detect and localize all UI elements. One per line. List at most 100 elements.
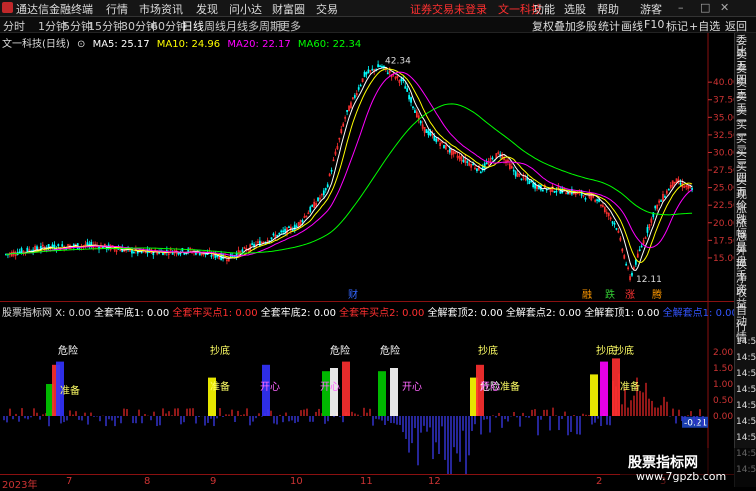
date-tick: 11	[360, 476, 373, 487]
price-tick-label: 15.00	[713, 254, 734, 264]
candle-body	[324, 188, 327, 191]
menu-news[interactable]: 资讯	[161, 1, 183, 17]
user-guest[interactable]: 游客	[640, 1, 662, 17]
menu-function[interactable]: 功能	[533, 1, 555, 17]
event-tag: 跌	[605, 288, 615, 301]
indicator-tick-label: 1.50	[713, 364, 733, 374]
candle-body	[198, 252, 201, 256]
ma60-label: MA60: 22.34	[297, 39, 362, 50]
candle-body	[36, 246, 38, 250]
candle-body	[410, 97, 412, 103]
candle-body	[412, 106, 414, 109]
trade-tick-item: 14:56	[736, 417, 756, 427]
candle-body	[386, 72, 389, 75]
maximize-icon[interactable]: □	[700, 1, 710, 14]
indicator-item: 全套牢买点1: 0.00	[172, 308, 258, 319]
candle-body	[427, 130, 430, 136]
indicator-x: X: 0.00	[55, 308, 91, 319]
candle-body	[171, 252, 174, 255]
candle-body	[462, 159, 465, 163]
date-tick: 10	[290, 476, 303, 487]
candle-body	[553, 191, 556, 193]
candle-body	[435, 138, 438, 142]
f10-button[interactable]: F10	[644, 18, 664, 31]
ma10-label: MA10: 24.96	[156, 39, 221, 50]
candle-body	[210, 255, 213, 257]
candlestick-chart[interactable]: 40.00 37.50 35.00 32.50 30.00 27.50 25.00 22.50…	[0, 33, 734, 302]
statistics-button[interactable]: 统计	[598, 18, 620, 34]
menu-discover[interactable]: 发现	[196, 1, 218, 17]
candle-body	[365, 72, 368, 75]
indicator-tick-label: 1.00	[713, 380, 733, 390]
candle-body	[359, 84, 362, 87]
price-tick-label: 20.00	[713, 219, 734, 229]
period-daily[interactable]: 日线	[182, 18, 204, 34]
candle-body	[346, 110, 348, 112]
candle-body	[326, 184, 329, 188]
menu-stock-select[interactable]: 选股	[564, 1, 586, 17]
menu-wealth-circle[interactable]: 财富圈	[272, 1, 305, 17]
signal-label: 抄底	[210, 344, 230, 357]
trade-tick-item: 14:56	[736, 385, 756, 395]
period-multi[interactable]: 多周期	[248, 18, 281, 34]
period-more[interactable]: 更多	[279, 18, 301, 34]
watermark-url: www.7gpzb.com	[636, 470, 727, 483]
ma-legend: 文一科技(日线) ⊙ MA5: 25.17 MA10: 24.96 MA20: …	[2, 35, 365, 50]
draw-line-button[interactable]: 画线	[621, 18, 643, 34]
signal-block	[590, 374, 598, 416]
candle-body	[301, 220, 304, 222]
quote-sidebar: 委比 卖五 卖四 卖三 卖二 卖一 买一 买二 买三 买四 买五 现价 涨跌 涨幅 总量 外盘 换手 净资 收益 自动…	[734, 33, 756, 487]
candle-body	[152, 252, 155, 256]
candle-body	[584, 198, 587, 200]
menu-market-quotes[interactable]: 行情	[106, 1, 128, 17]
date-tick: 7	[66, 476, 73, 487]
back-button[interactable]: 返回	[725, 18, 747, 34]
ma20-line	[5, 71, 693, 257]
candle-body	[140, 251, 143, 254]
period-tick[interactable]: 分时	[3, 18, 25, 34]
indicator-tick-label: 0.00	[713, 412, 733, 422]
menu-ask-xiaoda[interactable]: 问小达	[229, 1, 262, 17]
close-icon[interactable]: ✕	[720, 1, 729, 14]
ma60-line	[5, 103, 693, 255]
candle-body	[433, 135, 436, 141]
adjust-button[interactable]: 复权	[532, 18, 554, 34]
login-warning[interactable]: 证券交易未登录	[410, 1, 487, 17]
signal-block	[322, 371, 330, 416]
price-tick-label: 32.50	[713, 131, 734, 141]
period-weekly[interactable]: 周线	[204, 18, 226, 34]
candle-body	[613, 223, 616, 225]
candle-body	[288, 226, 290, 229]
date-tick: 12	[428, 476, 441, 487]
top-menu-bar: 通达信金融终端 行情 市场 资讯 发现 问小达 财富圈 交易 证券交易未登录 文…	[0, 0, 756, 17]
trade-tick-item: 14:56	[736, 401, 756, 411]
candle-body	[664, 196, 666, 198]
overlay-button[interactable]: 叠加	[554, 18, 576, 34]
candle-body	[479, 171, 482, 174]
signal-label: 开心	[320, 381, 340, 393]
candle-body	[251, 243, 254, 245]
candle-body	[419, 120, 422, 124]
price-tick-label: 27.50	[713, 166, 734, 176]
multi-stock-button[interactable]: 多股	[575, 18, 597, 34]
watermark-title: 股票指标网	[628, 455, 698, 471]
ma5-label: MA5: 25.17	[92, 39, 150, 50]
candle-body	[466, 161, 469, 163]
candle-body	[133, 251, 135, 254]
settings-icon[interactable]: ⊙	[77, 39, 85, 50]
candle-body	[541, 189, 544, 192]
add-watchlist-button[interactable]: +自选	[689, 18, 720, 34]
menu-help[interactable]: 帮助	[597, 1, 619, 17]
candle-body	[638, 249, 641, 252]
candle-body	[514, 171, 517, 177]
price-tick-label: 40.00	[713, 78, 734, 88]
event-tag: 融	[582, 289, 592, 301]
period-15min[interactable]: 15分钟	[88, 18, 124, 34]
date-tick: 2	[596, 476, 603, 487]
menu-trade[interactable]: 交易	[316, 1, 338, 17]
minimize-icon[interactable]: –	[678, 1, 684, 14]
mark-button[interactable]: 标记	[666, 18, 688, 34]
period-monthly[interactable]: 月线	[226, 18, 248, 34]
menu-market[interactable]: 市场	[139, 1, 161, 17]
trade-tick-item: 14:56	[736, 433, 756, 443]
